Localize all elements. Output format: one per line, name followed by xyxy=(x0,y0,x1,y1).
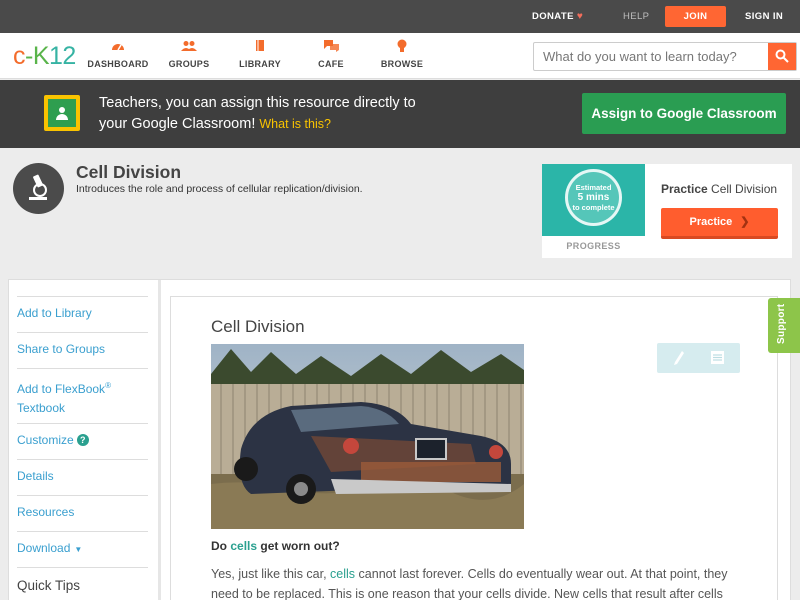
cafe-chat-icon xyxy=(296,39,366,57)
heart-icon: ♥ xyxy=(576,11,584,22)
article-title: Cell Division xyxy=(211,317,305,336)
cells-link[interactable]: cells xyxy=(230,539,257,553)
donate-label: DONATE xyxy=(532,11,574,22)
chevron-right-icon: ❯ xyxy=(740,216,750,228)
sidebar-divider xyxy=(158,280,161,600)
main-navigation: c-K12 DASHBOARD GROUPS LIBRARY CAFE BROW… xyxy=(0,33,800,79)
details-link[interactable]: Details xyxy=(17,459,148,495)
top-utility-bar: DONATE ♥ HELP JOIN SIGN IN xyxy=(0,0,800,33)
nav-groups-label: GROUPS xyxy=(168,59,210,69)
google-classroom-banner: Teachers, you can assign this resource d… xyxy=(0,80,800,148)
what-is-this-link[interactable]: What is this? xyxy=(259,117,331,131)
article-panel: Cell Division Do cells get worn out? Yes… xyxy=(170,296,778,600)
add-flexbook-text-2: Textbook xyxy=(17,401,66,415)
join-button[interactable]: JOIN xyxy=(665,6,726,27)
donate-link[interactable]: DONATE ♥ xyxy=(532,0,583,33)
logo-12: 12 xyxy=(49,42,76,70)
classroom-message-line1: Teachers, you can assign this resource d… xyxy=(99,95,416,111)
search-input[interactable] xyxy=(534,43,768,70)
question-post: get worn out? xyxy=(257,539,340,553)
practice-title-bold: Practice xyxy=(661,182,708,196)
practice-title-rest: Cell Division xyxy=(707,182,778,196)
nav-groups[interactable]: GROUPS xyxy=(154,39,224,69)
caret-down-icon: ▼ xyxy=(74,545,83,554)
nav-dashboard-label: DASHBOARD xyxy=(87,59,149,69)
notes-icon[interactable] xyxy=(711,351,724,364)
progress-box: Estimated 5 mins to complete PROGRESS xyxy=(542,164,645,258)
search-icon xyxy=(775,49,789,63)
logo-dash: - xyxy=(25,42,33,70)
estimated-time: Estimated 5 mins to complete xyxy=(565,183,622,213)
sign-in-link[interactable]: SIGN IN xyxy=(745,0,783,33)
nav-browse-label: BROWSE xyxy=(380,59,424,69)
search-button[interactable] xyxy=(768,43,796,70)
classroom-message: Teachers, you can assign this resource d… xyxy=(99,93,539,135)
article-question: Do cells get worn out? xyxy=(211,539,340,553)
progress-label: PROGRESS xyxy=(566,241,621,251)
nav-cafe[interactable]: CAFE xyxy=(296,39,366,69)
search-box xyxy=(533,42,797,71)
customize-link[interactable]: Customize? xyxy=(17,423,148,459)
customize-label: Customize xyxy=(17,433,74,447)
page-subtitle: Introduces the role and process of cellu… xyxy=(76,183,363,195)
nav-library[interactable]: LIBRARY xyxy=(225,39,295,69)
library-icon xyxy=(225,39,295,57)
practice-button-label: Practice xyxy=(689,216,733,228)
nav-dashboard[interactable]: DASHBOARD xyxy=(83,39,153,69)
nav-browse[interactable]: BROWSE xyxy=(367,39,437,69)
est-line3: to complete xyxy=(572,203,615,212)
practice-button[interactable]: Practice ❯ xyxy=(661,208,778,239)
logo-k: K xyxy=(32,42,50,70)
page-title: Cell Division xyxy=(76,162,182,182)
lightbulb-icon xyxy=(367,39,437,57)
support-tab[interactable]: Support xyxy=(768,298,800,353)
classroom-message-line2: your Google Classroom! xyxy=(99,116,256,132)
download-link[interactable]: Download ▼ xyxy=(17,531,148,567)
est-line2: 5 mins xyxy=(577,192,610,203)
download-label: Download xyxy=(17,541,71,555)
registered-mark: ® xyxy=(105,381,111,390)
progress-estimate: Estimated 5 mins to complete xyxy=(542,164,645,236)
article-paragraph: Yes, just like this car, cells cannot la… xyxy=(211,565,751,600)
add-to-flexbook-link[interactable]: Add to FlexBook® Textbook xyxy=(17,368,148,423)
nav-library-label: LIBRARY xyxy=(239,59,281,69)
microscope-icon xyxy=(13,163,64,214)
resources-link[interactable]: Resources xyxy=(17,495,148,531)
help-question-icon[interactable]: ? xyxy=(76,434,89,446)
question-pre: Do xyxy=(211,539,231,553)
add-flexbook-text: Add to FlexBook xyxy=(17,382,106,396)
practice-title: Practice Cell Division xyxy=(661,182,777,196)
help-link[interactable]: HELP xyxy=(623,0,649,33)
nav-cafe-label: CAFE xyxy=(318,59,344,69)
practice-card: Estimated 5 mins to complete PROGRESS Pr… xyxy=(542,164,792,258)
assign-google-classroom-button[interactable]: Assign to Google Classroom xyxy=(582,93,786,134)
article-tools xyxy=(657,343,740,373)
pencil-icon[interactable] xyxy=(673,350,685,366)
support-label: Support xyxy=(776,303,787,344)
quick-tips-heading: Quick Tips xyxy=(17,567,148,593)
paragraph-pre: Yes, just like this car, xyxy=(211,567,331,581)
dashboard-icon xyxy=(83,39,153,57)
sidebar: Add to Library Share to Groups Add to Fl… xyxy=(17,296,148,593)
cells-link-2[interactable]: cells xyxy=(330,567,355,581)
rusty-car-image xyxy=(211,344,524,529)
logo-c: c xyxy=(13,42,26,70)
content-container: Add to Library Share to Groups Add to Fl… xyxy=(8,279,791,600)
google-classroom-icon xyxy=(44,95,80,131)
add-to-library-link[interactable]: Add to Library xyxy=(17,296,148,332)
ck12-logo[interactable]: c-K12 xyxy=(13,42,76,71)
share-to-groups-link[interactable]: Share to Groups xyxy=(17,332,148,368)
groups-icon xyxy=(154,39,224,57)
